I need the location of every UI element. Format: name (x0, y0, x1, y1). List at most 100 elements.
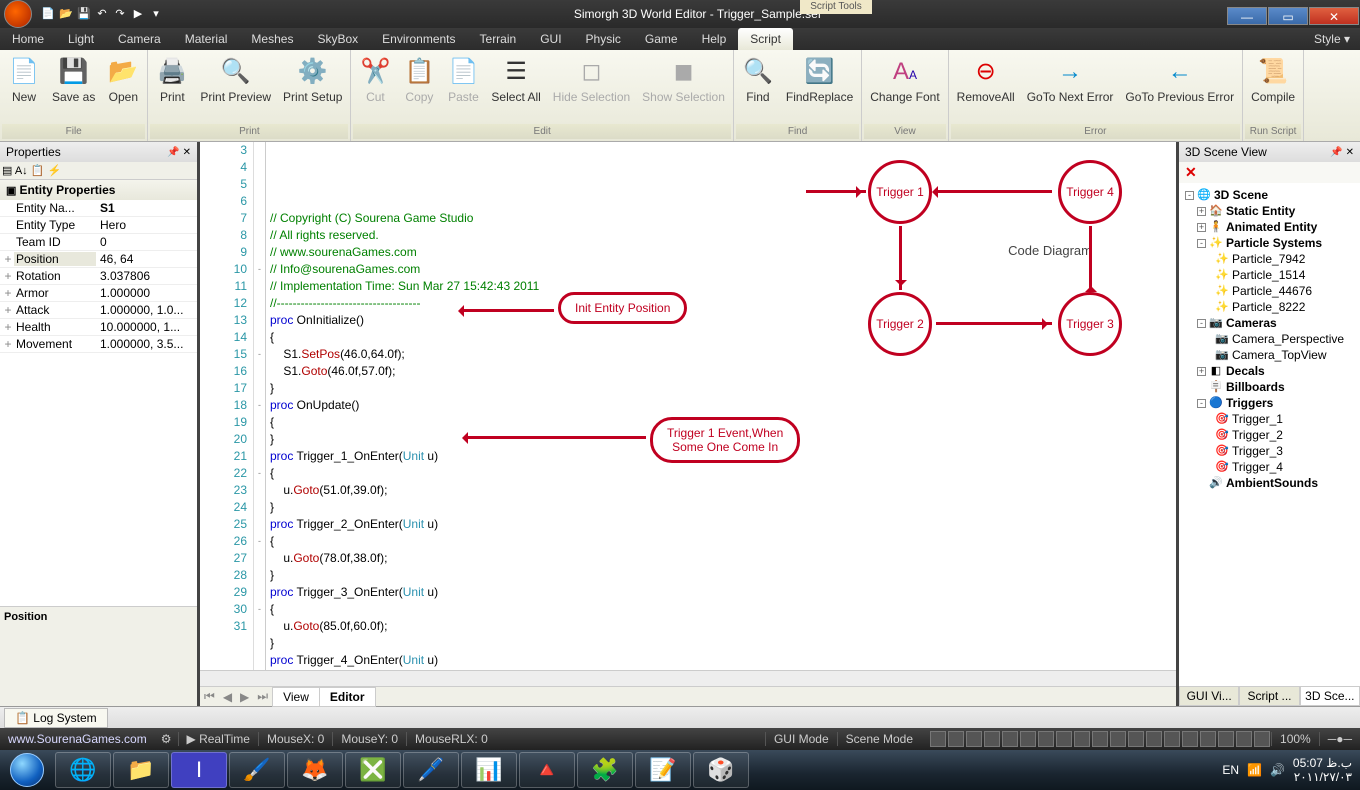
qat-dropdown-icon[interactable]: ▾ (148, 6, 164, 22)
menu-material[interactable]: Material (173, 28, 240, 50)
tree-item[interactable]: 📷Camera_TopView (1181, 347, 1358, 363)
menu-home[interactable]: Home (0, 28, 56, 50)
tree-item[interactable]: 🎯Trigger_3 (1181, 443, 1358, 459)
tree-item[interactable]: +🏠Static Entity (1181, 203, 1358, 219)
saveas-button[interactable]: 💾Save as (46, 52, 101, 124)
task-paint[interactable]: 🖌️ (229, 752, 285, 788)
style-menu[interactable]: Style ▾ (1314, 32, 1360, 46)
tree-item[interactable]: 🎯Trigger_2 (1181, 427, 1358, 443)
menu-game[interactable]: Game (633, 28, 690, 50)
scenetab-script[interactable]: Script ... (1239, 686, 1299, 706)
tree-item[interactable]: +🧍Animated Entity (1181, 219, 1358, 235)
compile-button[interactable]: 📜Compile (1245, 52, 1301, 124)
tab-nav-prev[interactable]: ◀ (219, 690, 236, 704)
pin-icon[interactable]: 📌 ✕ (1330, 147, 1354, 158)
tray-net-icon[interactable]: 📶 (1247, 763, 1262, 777)
hide-selection-button[interactable]: ◻Hide Selection (547, 52, 636, 124)
task-app6[interactable]: 🎲 (693, 752, 749, 788)
change-font-button[interactable]: AAChange Font (864, 52, 945, 124)
property-row[interactable]: +Position46, 64 (0, 251, 197, 268)
tree-item[interactable]: 🪧Billboards (1181, 379, 1358, 395)
task-explorer[interactable]: 📁 (113, 752, 169, 788)
property-row[interactable]: +Movement1.000000, 3.5... (0, 336, 197, 353)
status-url[interactable]: www.SourenaGames.com (0, 732, 155, 746)
goto-next-error-button[interactable]: →GoTo Next Error (1021, 52, 1120, 124)
print-preview-button[interactable]: 🔍Print Preview (194, 52, 277, 124)
menu-physic[interactable]: Physic (574, 28, 633, 50)
find-button[interactable]: 🔍Find (736, 52, 780, 124)
goto-prev-error-button[interactable]: ←GoTo Previous Error (1119, 52, 1240, 124)
qat-undo-icon[interactable]: ↶ (94, 6, 110, 22)
code-area[interactable]: 3456789101112131415161718192021222324252… (200, 142, 1176, 670)
tree-item[interactable]: 🎯Trigger_1 (1181, 411, 1358, 427)
task-app3[interactable]: 🖊️ (403, 752, 459, 788)
tray-lang[interactable]: EN (1222, 763, 1239, 777)
property-row[interactable]: +Attack1.000000, 1.0... (0, 302, 197, 319)
properties-toolbar[interactable]: ▤ A↓ 📋 ⚡ (0, 162, 197, 180)
minimize-button[interactable]: — (1227, 7, 1267, 25)
menu-script[interactable]: Script (738, 28, 793, 50)
qat-open-icon[interactable]: 📂 (58, 6, 74, 22)
status-zoom-slider[interactable]: ─●─ (1319, 732, 1360, 746)
status-realtime[interactable]: ▶ RealTime (178, 732, 258, 746)
paste-button[interactable]: 📄Paste (441, 52, 485, 124)
tab-view[interactable]: View (272, 687, 320, 707)
print-setup-button[interactable]: ⚙️Print Setup (277, 52, 348, 124)
pin-icon[interactable]: 📌 ✕ (167, 147, 191, 158)
property-section-header[interactable]: ▣ Entity Properties (0, 180, 197, 200)
task-notepad[interactable]: 📝 (635, 752, 691, 788)
status-scenemode[interactable]: Scene Mode (837, 732, 921, 746)
scene-tree[interactable]: -🌐3D Scene+🏠Static Entity+🧍Animated Enti… (1179, 183, 1360, 686)
tab-nav-next[interactable]: ▶ (236, 690, 253, 704)
scene-close-icon[interactable]: ✕ (1179, 162, 1360, 183)
menu-terrain[interactable]: Terrain (468, 28, 529, 50)
menu-gui[interactable]: GUI (528, 28, 573, 50)
cut-button[interactable]: ✂️Cut (353, 52, 397, 124)
task-app2[interactable]: ❎ (345, 752, 401, 788)
close-button[interactable]: ✕ (1309, 7, 1359, 25)
task-app5[interactable]: 🧩 (577, 752, 633, 788)
scenetab-3dscene[interactable]: 3D Sce... (1300, 686, 1360, 706)
tree-item[interactable]: ✨Particle_44676 (1181, 283, 1358, 299)
qat-redo-icon[interactable]: ↷ (112, 6, 128, 22)
menu-light[interactable]: Light (56, 28, 106, 50)
tree-item[interactable]: ✨Particle_7942 (1181, 251, 1358, 267)
status-zoom[interactable]: 100% (1271, 732, 1319, 746)
find-replace-button[interactable]: 🔄FindReplace (780, 52, 859, 124)
print-button[interactable]: 🖨️Print (150, 52, 194, 124)
tree-item[interactable]: -📷Cameras (1181, 315, 1358, 331)
property-row[interactable]: Entity Na...S1 (0, 200, 197, 217)
open-button[interactable]: 📂Open (101, 52, 145, 124)
tree-item[interactable]: -🔵Triggers (1181, 395, 1358, 411)
menu-camera[interactable]: Camera (106, 28, 173, 50)
scenetab-gui[interactable]: GUI Vi... (1179, 686, 1239, 706)
tree-item[interactable]: 🎯Trigger_4 (1181, 459, 1358, 475)
fold-margin[interactable]: ------ (254, 142, 266, 670)
horizontal-scrollbar[interactable] (200, 670, 1176, 686)
log-system-button[interactable]: 📋 Log System (4, 708, 108, 728)
tab-nav-first[interactable]: ⏮ (200, 689, 219, 704)
code-text[interactable]: Code Diagram Trigger 1 Trigger 4 Trigger… (266, 142, 1176, 670)
task-firefox[interactable]: 🦊 (287, 752, 343, 788)
task-app4[interactable]: 📊 (461, 752, 517, 788)
tree-item[interactable]: ✨Particle_8222 (1181, 299, 1358, 315)
menu-environments[interactable]: Environments (370, 28, 467, 50)
menu-meshes[interactable]: Meshes (239, 28, 305, 50)
menu-help[interactable]: Help (690, 28, 739, 50)
copy-button[interactable]: 📋Copy (397, 52, 441, 124)
tree-item[interactable]: -✨Particle Systems (1181, 235, 1358, 251)
tree-item[interactable]: ✨Particle_1514 (1181, 267, 1358, 283)
tree-item[interactable]: +◧Decals (1181, 363, 1358, 379)
tab-editor[interactable]: Editor (319, 687, 376, 707)
task-app1[interactable]: I (171, 752, 227, 788)
show-selection-button[interactable]: ◼Show Selection (636, 52, 731, 124)
system-tray[interactable]: EN 📶 🔊 05:07 ب.ظ ۲۰۱۱/۲۷/۰۳ (1222, 756, 1360, 784)
qat-save-icon[interactable]: 💾 (76, 6, 92, 22)
property-grid[interactable]: ▣ Entity Properties Entity Na...S1Entity… (0, 180, 197, 606)
tree-item[interactable]: 🔊AmbientSounds (1181, 475, 1358, 491)
property-row[interactable]: Entity TypeHero (0, 217, 197, 234)
property-row[interactable]: +Armor1.000000 (0, 285, 197, 302)
tree-item[interactable]: 📷Camera_Perspective (1181, 331, 1358, 347)
maximize-button[interactable]: ▭ (1268, 7, 1308, 25)
tab-nav-last[interactable]: ⏭ (253, 689, 272, 704)
